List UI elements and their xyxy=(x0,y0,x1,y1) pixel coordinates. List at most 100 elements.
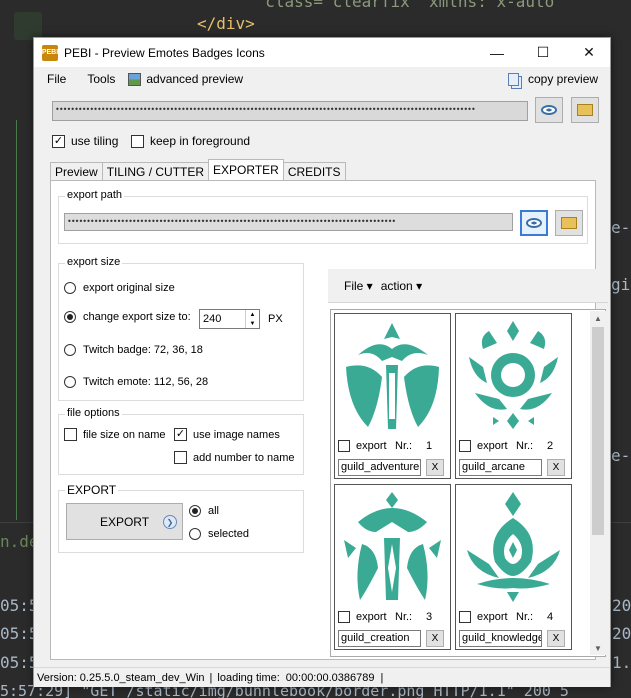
export-path-field[interactable]: ••••••••••••••••••••••••••••••••••••••••… xyxy=(64,213,513,231)
menu-copy-preview[interactable]: copy preview xyxy=(508,72,598,86)
radio-emote-label: Twitch emote: 112, 56, 28 xyxy=(83,376,209,388)
menu-file[interactable]: File xyxy=(34,72,73,86)
grid-action-menu[interactable]: action ▾ xyxy=(381,279,430,293)
tab-tiling-cutter[interactable]: TILING / CUTTER xyxy=(101,162,210,180)
export-size-stepper[interactable]: 240 ▲ ▼ xyxy=(199,309,260,329)
grid-file-menu[interactable]: File ▾ xyxy=(328,279,381,293)
tab-exporter[interactable]: EXPORTER xyxy=(208,159,284,180)
image-card[interactable]: export Nr.: 3 guild_creation X xyxy=(334,484,451,650)
image-card[interactable]: export Nr.: 1 guild_adventure X xyxy=(334,313,451,479)
file-size-label: file size on name xyxy=(83,428,166,441)
bg-log-line: 20 xyxy=(612,596,631,615)
radio-change-label: change export size to: xyxy=(83,311,191,323)
scroll-down-icon[interactable]: ▼ xyxy=(590,641,606,655)
guild-creation-emblem-icon xyxy=(344,492,441,600)
card-remove-button[interactable]: X xyxy=(547,459,565,476)
checkbox-box: ✓ xyxy=(174,428,187,441)
arrow-right-icon: ❯ xyxy=(163,515,177,529)
card-name-field[interactable]: guild_creation xyxy=(338,630,421,647)
loading-value: 00:00:00.0386789 xyxy=(285,671,375,684)
add-number-checkbox[interactable]: add number to name xyxy=(174,451,295,464)
title-bar: PEBI PEBI - Preview Emotes Badges Icons … xyxy=(34,38,610,67)
card-name-field[interactable]: guild_knowledge xyxy=(459,630,542,647)
card-remove-button[interactable]: X xyxy=(547,630,565,647)
radio-twitch-badge[interactable]: Twitch badge: 72, 36, 18 xyxy=(64,344,203,356)
bg-code-line: </div> xyxy=(197,14,255,33)
card-export-checkbox[interactable]: export xyxy=(459,440,508,452)
card-remove-button[interactable]: X xyxy=(426,459,444,476)
exporter-panel: export path ••••••••••••••••••••••••••••… xyxy=(50,180,608,660)
eye-icon xyxy=(526,218,542,228)
card-export-checkbox[interactable]: export xyxy=(459,611,508,623)
menu-bar: File Tools advanced preview copy preview xyxy=(34,67,610,91)
use-tiling-checkbox[interactable]: ✓ use tiling xyxy=(52,134,118,148)
card-export-checkbox[interactable]: export xyxy=(338,611,387,623)
bg-gutter-line xyxy=(16,120,17,520)
checkbox-box xyxy=(64,428,77,441)
scroll-thumb[interactable] xyxy=(592,327,604,535)
radio-twitch-emote[interactable]: Twitch emote: 112, 56, 28 xyxy=(64,376,208,388)
close-button[interactable]: ✕ xyxy=(566,38,612,67)
radio-circle xyxy=(189,505,201,517)
stepper-arrows[interactable]: ▲ ▼ xyxy=(245,310,259,328)
guild-arcane-emblem-icon xyxy=(469,321,558,429)
keep-foreground-label: keep in foreground xyxy=(150,134,251,148)
window-title: PEBI - Preview Emotes Badges Icons xyxy=(64,45,265,60)
minimize-button[interactable]: — xyxy=(474,38,520,67)
bg-code-fragment: gin xyxy=(611,275,631,294)
top-path-field[interactable]: ••••••••••••••••••••••••••••••••••••••••… xyxy=(52,101,528,121)
menu-advanced-preview[interactable]: advanced preview xyxy=(122,72,250,86)
card-number: 3 xyxy=(426,611,433,623)
version-text: Version: 0.25.5.0_steam_dev_Win xyxy=(37,671,205,684)
export-button[interactable]: EXPORT ❯ xyxy=(66,503,183,540)
radio-change-size[interactable]: change export size to: xyxy=(64,311,191,323)
scroll-up-icon[interactable]: ▲ xyxy=(590,311,606,325)
app-window: PEBI PEBI - Preview Emotes Badges Icons … xyxy=(33,37,611,687)
radio-circle xyxy=(189,528,201,540)
card-name-field[interactable]: guild_arcane xyxy=(459,459,542,476)
radio-circle xyxy=(64,376,76,388)
card-nr-label: Nr.: xyxy=(516,440,534,452)
use-image-names-label: use image names xyxy=(193,428,280,441)
top-preview-button[interactable] xyxy=(535,97,563,123)
card-remove-button[interactable]: X xyxy=(426,630,444,647)
card-nr-label: Nr.: xyxy=(395,440,413,452)
card-number: 2 xyxy=(547,440,554,452)
top-folder-button[interactable] xyxy=(571,97,599,123)
export-folder-button[interactable] xyxy=(555,210,583,236)
image-card[interactable]: export Nr.: 4 guild_knowledge X xyxy=(455,484,572,650)
card-export-checkbox[interactable]: export xyxy=(338,440,387,452)
keep-foreground-checkbox[interactable]: keep in foreground xyxy=(131,134,250,148)
menu-tools[interactable]: Tools xyxy=(73,72,122,86)
radio-export-selected[interactable]: selected xyxy=(189,528,249,540)
tab-preview[interactable]: Preview xyxy=(50,162,103,180)
file-size-checkbox[interactable]: file size on name xyxy=(64,428,166,441)
card-name-field[interactable]: guild_adventure xyxy=(338,459,421,476)
tab-credits[interactable]: CREDITS xyxy=(282,162,346,180)
grid-scrollbar[interactable]: ▲ ▼ xyxy=(590,311,606,655)
export-preview-button[interactable] xyxy=(520,210,548,236)
image-card[interactable]: export Nr.: 2 guild_arcane X xyxy=(455,313,572,479)
use-image-names-checkbox[interactable]: ✓ use image names xyxy=(174,428,280,441)
card-number: 1 xyxy=(426,440,433,452)
radio-original-size[interactable]: export original size xyxy=(64,282,175,294)
bunny-icon xyxy=(14,12,42,40)
export-path-label: export path xyxy=(65,189,125,201)
px-unit-label: PX xyxy=(268,313,283,325)
radio-circle xyxy=(64,311,76,323)
bg-code-line: class="clearfix" xmlns:"x-auto xyxy=(246,0,555,11)
guild-knowledge-emblem-icon xyxy=(467,492,560,602)
export-size-label: export size xyxy=(65,256,123,268)
maximize-button[interactable]: ☐ xyxy=(520,38,566,67)
export-path-group: export path ••••••••••••••••••••••••••••… xyxy=(58,189,588,244)
file-options-group: file options file size on name ✓ use ima… xyxy=(58,407,304,475)
folder-icon xyxy=(561,217,577,229)
export-selected-label: selected xyxy=(208,528,249,540)
image-grid: export Nr.: 1 guild_adventure X export N… xyxy=(330,309,606,657)
advanced-preview-label: advanced preview xyxy=(146,72,244,86)
bg-log-line: 20 xyxy=(612,624,631,643)
bg-log-line: 1. xyxy=(612,653,631,672)
tab-strip: Preview TILING / CUTTER EXPORTER CREDITS xyxy=(50,159,346,180)
radio-export-all[interactable]: all xyxy=(189,505,219,517)
checkbox-box xyxy=(174,451,187,464)
